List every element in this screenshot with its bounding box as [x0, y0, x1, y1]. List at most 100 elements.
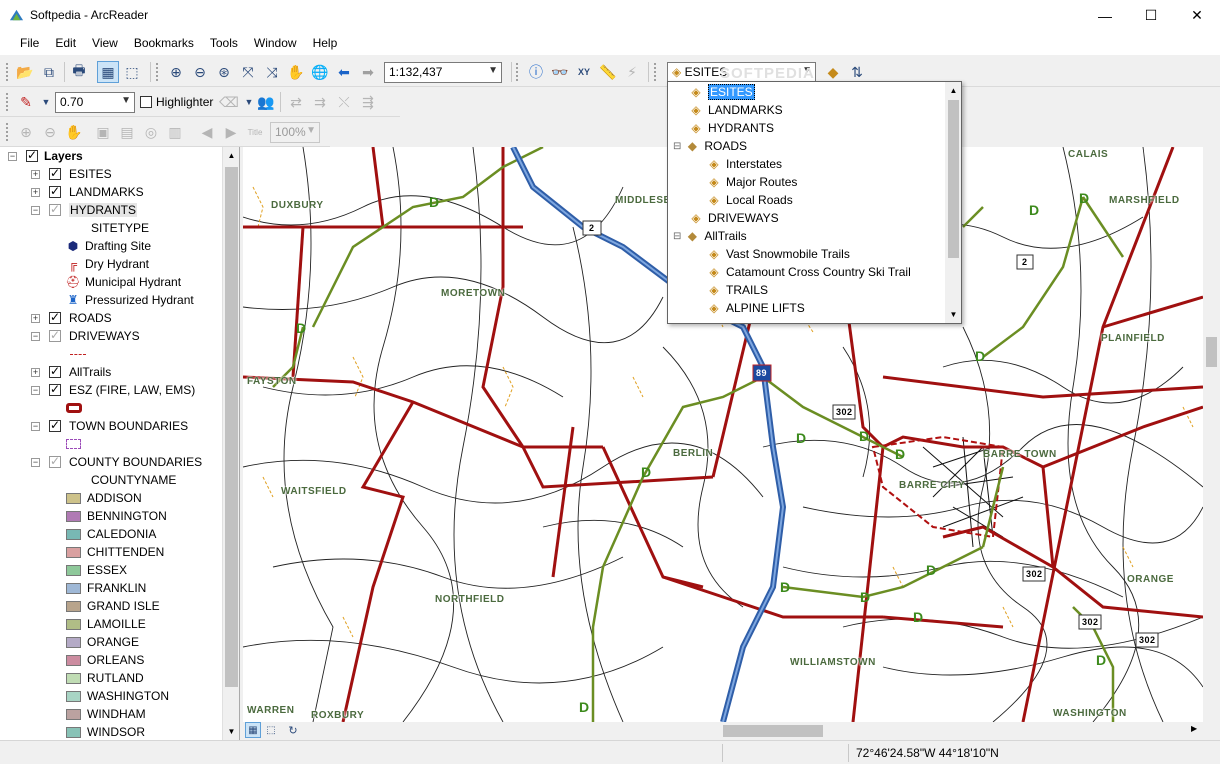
map-vscroll-thumb[interactable]: [1206, 337, 1217, 367]
collapse-icon[interactable]: −: [31, 457, 40, 467]
map-vertical-scrollbar[interactable]: [1203, 147, 1220, 722]
identify-icon[interactable]: ⓘ: [525, 61, 547, 83]
dropdown-item[interactable]: ◈ Interstates: [706, 155, 782, 173]
forward-arrow-icon[interactable]: ➡: [357, 61, 379, 83]
toc-layer-county-boundaries[interactable]: − COUNTY BOUNDARIES: [31, 453, 202, 471]
dropdown-item[interactable]: ◈ ALPINE LIFTS: [706, 299, 804, 317]
dropdown-item[interactable]: ⊟ ◆ ROADS: [673, 137, 747, 155]
zoom-in-icon[interactable]: ⊕: [165, 61, 187, 83]
pen-color-icon[interactable]: ✎: [15, 91, 37, 113]
layer-select-icon[interactable]: ⇅: [846, 61, 868, 83]
collapse-icon[interactable]: ⊟: [673, 141, 681, 152]
fixed-zoom-out-icon[interactable]: ⤨: [261, 61, 283, 83]
find-route-icon[interactable]: 👥: [255, 91, 277, 113]
go-to-xy-icon[interactable]: XY: [573, 61, 595, 83]
pan-hand-icon[interactable]: ✋: [285, 61, 307, 83]
menu-file[interactable]: File: [20, 36, 39, 50]
toc-scrollbar[interactable]: ▲ ▼: [222, 147, 239, 740]
dropdown-item[interactable]: ◈ ESITES: [688, 83, 755, 101]
alltrails-checkbox[interactable]: [49, 364, 61, 378]
ink-icon-4[interactable]: ⇶: [357, 91, 379, 113]
ink-icon-2[interactable]: ⇉: [309, 91, 331, 113]
toc-layer-roads[interactable]: + ROADS: [31, 309, 112, 327]
menu-window[interactable]: Window: [254, 36, 297, 50]
expand-icon[interactable]: +: [31, 187, 40, 197]
expand-icon[interactable]: +: [31, 313, 40, 323]
fixed-zoom-in-icon[interactable]: ⤧: [237, 61, 259, 83]
highlighter-checkbox[interactable]: Highlighter: [140, 95, 213, 109]
collapse-icon[interactable]: −: [8, 151, 17, 161]
toolbar-grip[interactable]: [6, 63, 9, 81]
refresh-icon[interactable]: ↻: [285, 722, 301, 738]
fixed-zoom-icon[interactable]: ⊛: [213, 61, 235, 83]
zoom-whole-page-icon[interactable]: ▣: [92, 121, 114, 143]
toc-layer-hydrants[interactable]: − HYDRANTS: [31, 201, 138, 219]
minimize-button[interactable]: —: [1082, 0, 1128, 31]
dropdown-scrollbar[interactable]: ▲ ▼: [945, 82, 961, 323]
layout-zoom-in-icon[interactable]: ⊕: [15, 121, 37, 143]
dropdown-item[interactable]: ◈ Major Routes: [706, 173, 797, 191]
menu-bookmarks[interactable]: Bookmarks: [134, 36, 194, 50]
scroll-right-icon[interactable]: ▶: [1191, 724, 1197, 733]
maximize-button[interactable]: ☐: [1128, 0, 1174, 31]
dropdown-item[interactable]: ⊟ ◆ AllTrails: [673, 227, 747, 245]
zoom-100-icon[interactable]: ▤: [116, 121, 138, 143]
town-boundaries-checkbox[interactable]: [49, 418, 61, 432]
scroll-down-icon[interactable]: ▼: [945, 306, 961, 323]
pen-color-dropdown-icon[interactable]: ▼: [35, 91, 57, 113]
menu-view[interactable]: View: [92, 36, 118, 50]
menu-tools[interactable]: Tools: [210, 36, 238, 50]
scroll-up-icon[interactable]: ▲: [223, 147, 239, 164]
layer-properties-icon[interactable]: ◆: [822, 61, 844, 83]
data-view-tab-icon[interactable]: ▦: [245, 722, 261, 738]
collapse-icon[interactable]: −: [31, 421, 40, 431]
scroll-up-icon[interactable]: ▲: [945, 82, 961, 99]
dropdown-item[interactable]: ◈ LANDMARKS: [688, 101, 782, 119]
collapse-icon[interactable]: −: [31, 385, 40, 395]
layout-zoom-combo[interactable]: 100% ▼: [270, 122, 320, 143]
collapse-icon[interactable]: −: [31, 331, 40, 341]
zoom-out-icon[interactable]: ⊖: [189, 61, 211, 83]
fixed-layout-zoom-icon[interactable]: ◎: [140, 121, 162, 143]
layout-view-tab-icon[interactable]: ⬚: [263, 722, 279, 738]
driveways-checkbox[interactable]: [49, 328, 61, 342]
layout-extent-icon[interactable]: ▥: [164, 121, 186, 143]
dropdown-scroll-thumb[interactable]: [948, 100, 959, 258]
ink-icon-1[interactable]: ⇄: [285, 91, 307, 113]
menu-help[interactable]: Help: [313, 36, 338, 50]
layout-forward-icon[interactable]: ▶: [220, 121, 242, 143]
title-icon[interactable]: Title: [244, 121, 266, 143]
find-binoculars-icon[interactable]: 👓: [549, 61, 571, 83]
expand-icon[interactable]: +: [31, 169, 40, 179]
toc-layer-alltrails[interactable]: + AllTrails: [31, 363, 111, 381]
layout-view-icon[interactable]: ⬚: [121, 61, 143, 83]
toc-layer-landmarks[interactable]: + LANDMARKS: [31, 183, 144, 201]
ink-icon-3[interactable]: ⤬: [333, 91, 355, 113]
layers-checkbox[interactable]: [26, 148, 38, 162]
toc-layer-esz[interactable]: − ESZ (FIRE, LAW, EMS): [31, 381, 195, 399]
toc-scroll-thumb[interactable]: [225, 167, 238, 687]
toc-layer-town-boundaries[interactable]: − TOWN BOUNDARIES: [31, 417, 188, 435]
layout-zoom-out-icon[interactable]: ⊖: [39, 121, 61, 143]
dropdown-item[interactable]: ◈ Local Roads: [706, 191, 792, 209]
esites-checkbox[interactable]: [49, 166, 61, 180]
eraser-icon[interactable]: ⌫: [218, 91, 240, 113]
hyperlink-icon[interactable]: ⚡: [621, 61, 643, 83]
toc-root[interactable]: − Layers: [8, 147, 83, 165]
close-button[interactable]: ✕: [1174, 0, 1220, 31]
dropdown-item[interactable]: ◈ Vast Snowmobile Trails: [706, 245, 849, 263]
highlighter-check[interactable]: [140, 96, 152, 108]
hydrants-checkbox[interactable]: [49, 202, 61, 216]
full-extent-globe-icon[interactable]: 🌐: [309, 61, 331, 83]
scroll-down-icon[interactable]: ▼: [223, 723, 239, 740]
line-width-combo[interactable]: 0.70 ▼: [55, 92, 135, 113]
toc-layer-driveways[interactable]: − DRIVEWAYS: [31, 327, 140, 345]
expand-icon[interactable]: +: [31, 367, 40, 377]
print-icon[interactable]: 🖶: [68, 61, 90, 83]
esz-checkbox[interactable]: [49, 382, 61, 396]
landmarks-checkbox[interactable]: [49, 184, 61, 198]
dropdown-item[interactable]: ◈ Catamount Cross Country Ski Trail: [706, 263, 910, 281]
measure-icon[interactable]: 📏: [597, 61, 619, 83]
roads-checkbox[interactable]: [49, 310, 61, 324]
dropdown-item[interactable]: ◈ HYDRANTS: [688, 119, 774, 137]
